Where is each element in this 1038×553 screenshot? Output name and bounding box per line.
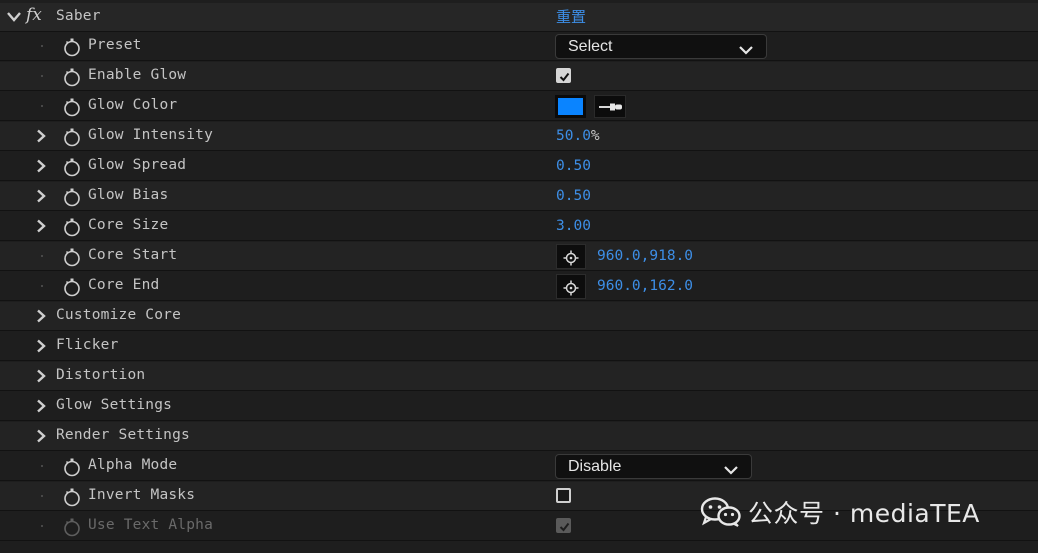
invert-masks-checkbox[interactable] [556,488,571,503]
property-label: Glow Intensity [88,127,214,143]
chevron-right-icon[interactable] [36,129,48,143]
group-label[interactable]: Flicker [56,337,119,353]
chevron-right-icon[interactable] [36,309,48,323]
bullet-dot [41,285,43,287]
value-number: 50.0 [556,128,591,144]
bullet-dot [41,75,43,77]
glow-bias-value[interactable]: 0.50 [556,188,591,204]
group-label[interactable]: Customize Core [56,307,181,323]
preset-dropdown[interactable]: Select [555,34,767,59]
chevron-down-icon [723,462,739,480]
glow-intensity-value[interactable]: 50.0% [556,128,600,144]
chevron-right-icon[interactable] [36,369,48,383]
property-label: Core End [88,277,160,293]
stopwatch-icon[interactable] [63,187,81,207]
chevron-down-icon[interactable] [7,11,21,25]
bullet-dot [41,465,43,467]
stopwatch-icon[interactable] [63,247,81,267]
use-text-alpha-checkbox [556,518,571,533]
crosshair-icon[interactable] [556,274,586,299]
property-label: Glow Spread [88,157,187,173]
crosshair-icon[interactable] [556,244,586,269]
property-label: Glow Color [88,97,178,113]
watermark-text: 公众号 · mediaTEA [748,499,980,528]
group-label[interactable]: Glow Settings [56,397,172,413]
fx-icon[interactable]: fx [26,5,46,27]
bullet-dot [41,105,43,107]
effect-header-row: fx Saber 重置 [0,3,1038,32]
bullet-dot [41,525,43,527]
chevron-right-icon[interactable] [36,159,48,173]
stopwatch-icon[interactable] [63,487,81,507]
enable-glow-checkbox[interactable] [556,68,571,83]
bullet-dot [41,45,43,47]
glow-color-swatch[interactable] [555,95,586,118]
alpha-mode-dropdown[interactable]: Disable [555,454,752,479]
property-label: Invert Masks [88,487,196,503]
preset-selected-value: Select [568,38,613,55]
group-label[interactable]: Render Settings [56,427,190,443]
core-size-value[interactable]: 3.00 [556,218,591,234]
bullet-dot [41,255,43,257]
stopwatch-icon[interactable] [63,127,81,147]
property-label: Alpha Mode [88,457,178,473]
property-row-glow-bias: Glow Bias 0.50 [0,182,1038,211]
chevron-right-icon[interactable] [36,339,48,353]
property-row-glow-color: Glow Color [0,92,1038,121]
chevron-down-icon [738,42,754,60]
eyedropper-icon[interactable] [594,95,626,118]
group-row-glow-settings: Glow Settings [0,392,1038,421]
property-row-core-end: Core End 960.0,162.0 [0,272,1038,301]
color-fill [558,98,583,115]
property-row-preset: Preset Select [0,32,1038,61]
property-label: Core Start [88,247,178,263]
property-label: Use Text Alpha [88,517,214,533]
property-row-alpha-mode: Alpha Mode Disable [0,452,1038,481]
stopwatch-icon[interactable] [63,37,81,57]
property-label: Glow Bias [88,187,169,203]
chevron-right-icon[interactable] [36,219,48,233]
effect-controls-panel: fx Saber 重置 Preset Select Enable Glow Gl… [0,0,1038,553]
core-end-value[interactable]: 960.0,162.0 [597,278,693,294]
chevron-right-icon[interactable] [36,399,48,413]
stopwatch-icon[interactable] [63,67,81,87]
group-row-render-settings: Render Settings [0,422,1038,451]
stopwatch-icon[interactable] [63,217,81,237]
bullet-dot [41,495,43,497]
property-row-core-size: Core Size 3.00 [0,212,1038,241]
stopwatch-icon[interactable] [63,157,81,177]
value-unit: % [590,128,600,144]
group-row-customize-core: Customize Core [0,302,1038,331]
chevron-right-icon[interactable] [36,189,48,203]
stopwatch-icon[interactable] [63,457,81,477]
property-row-core-start: Core Start 960.0,918.0 [0,242,1038,271]
stopwatch-icon[interactable] [63,277,81,297]
stopwatch-icon [63,517,81,537]
stopwatch-icon[interactable] [63,97,81,117]
wechat-icon [700,497,742,533]
property-row-glow-spread: Glow Spread 0.50 [0,152,1038,181]
group-label[interactable]: Distortion [56,367,145,383]
chevron-right-icon[interactable] [36,429,48,443]
reset-link[interactable]: 重置 [556,6,586,27]
glow-spread-value[interactable]: 0.50 [556,158,591,174]
property-row-glow-intensity: Glow Intensity 50.0% [0,122,1038,151]
core-start-value[interactable]: 960.0,918.0 [597,248,693,264]
effect-name: Saber [56,8,101,24]
property-label: Preset [88,37,142,53]
property-row-enable-glow: Enable Glow [0,62,1038,91]
group-row-distortion: Distortion [0,362,1038,391]
property-label: Enable Glow [88,67,187,83]
alpha-mode-selected-value: Disable [568,458,622,475]
property-label: Core Size [88,217,169,233]
group-row-flicker: Flicker [0,332,1038,361]
